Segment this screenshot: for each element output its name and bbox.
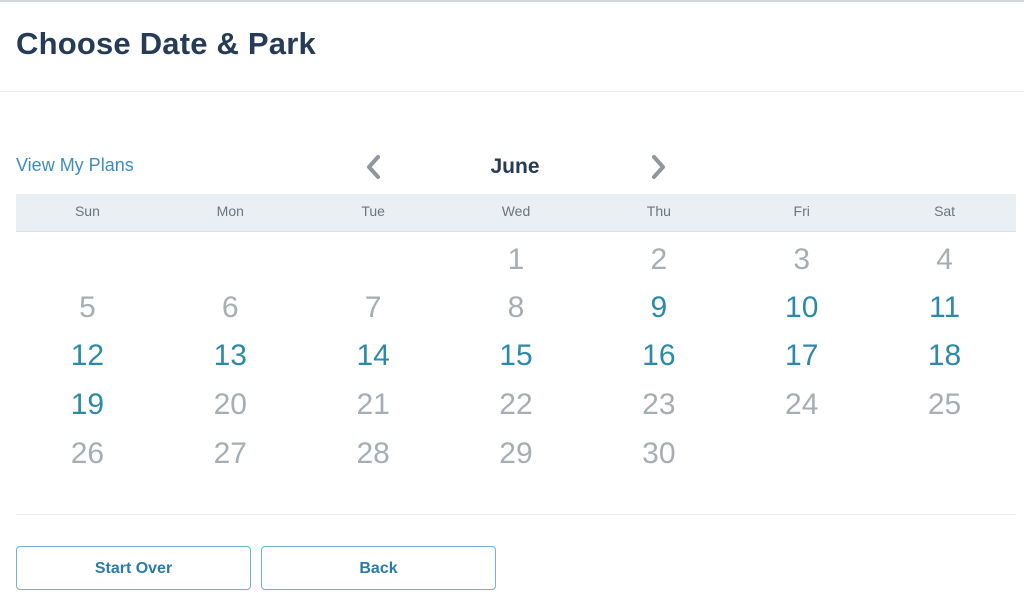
calendar-day-disabled: 29: [499, 437, 533, 470]
calendar-day-available[interactable]: 11: [873, 286, 1016, 330]
calendar-day-disabled: 3: [793, 243, 811, 276]
calendar-day-available[interactable]: 14: [302, 334, 445, 378]
back-button[interactable]: Back: [261, 546, 496, 590]
calendar-day-available[interactable]: 18: [873, 334, 1016, 378]
calendar-day-disabled: 22: [499, 388, 533, 421]
weekday-header: Sun Mon Tue Wed Thu Fri Sat: [16, 194, 1016, 232]
weekday-fri: Fri: [793, 203, 810, 219]
calendar-day-available[interactable]: 9: [587, 286, 730, 330]
page-title: Choose Date & Park: [16, 26, 316, 61]
weekday-sat: Sat: [934, 203, 956, 219]
calendar-day-disabled: 24: [785, 388, 819, 421]
calendar-day-disabled: 8: [507, 291, 525, 324]
start-over-button[interactable]: Start Over: [16, 546, 251, 590]
weekday-thu: Thu: [646, 203, 671, 219]
prev-month-button[interactable]: [364, 154, 384, 180]
next-month-button[interactable]: [648, 154, 668, 180]
calendar-day-disabled: 1: [507, 243, 525, 276]
calendar-day-disabled: 6: [221, 291, 239, 324]
calendar-day-disabled: 26: [70, 437, 105, 470]
calendar-day-disabled: 2: [650, 243, 668, 276]
calendar-day-disabled: 21: [356, 388, 390, 421]
calendar-day-disabled: 7: [364, 291, 382, 324]
calendar-day-disabled: 30: [642, 437, 676, 470]
month-title: June: [490, 155, 540, 178]
calendar-day-disabled: 25: [927, 388, 962, 421]
calendar-day-available[interactable]: 15: [445, 334, 588, 378]
bottom-divider: [16, 514, 1016, 515]
calendar-day-available[interactable]: 13: [159, 334, 302, 378]
calendar-day-disabled: 28: [356, 437, 390, 470]
chevron-left-icon: [367, 155, 380, 179]
weekday-tue: Tue: [361, 203, 385, 219]
top-divider: [0, 0, 1024, 2]
view-my-plans-link[interactable]: View My Plans: [16, 155, 134, 176]
weekday-sun: Sun: [74, 203, 100, 219]
weekday-wed: Wed: [501, 203, 531, 219]
calendar-day-disabled: 20: [213, 388, 247, 421]
weekday-mon: Mon: [216, 203, 244, 219]
chevron-right-icon: [652, 155, 665, 179]
calendar-day-disabled: 5: [79, 291, 96, 324]
title-divider: [0, 91, 1024, 92]
calendar-day-available[interactable]: 12: [16, 334, 159, 378]
calendar-day-available[interactable]: 10: [730, 286, 873, 330]
calendar-day-available[interactable]: 17: [730, 334, 873, 378]
calendar-day-available[interactable]: 19: [16, 383, 159, 427]
calendar-day-disabled: 4: [936, 243, 953, 276]
calendar-day-disabled: 27: [213, 437, 247, 470]
calendar-day-available[interactable]: 16: [587, 334, 730, 378]
calendar-day-disabled: 23: [642, 388, 676, 421]
